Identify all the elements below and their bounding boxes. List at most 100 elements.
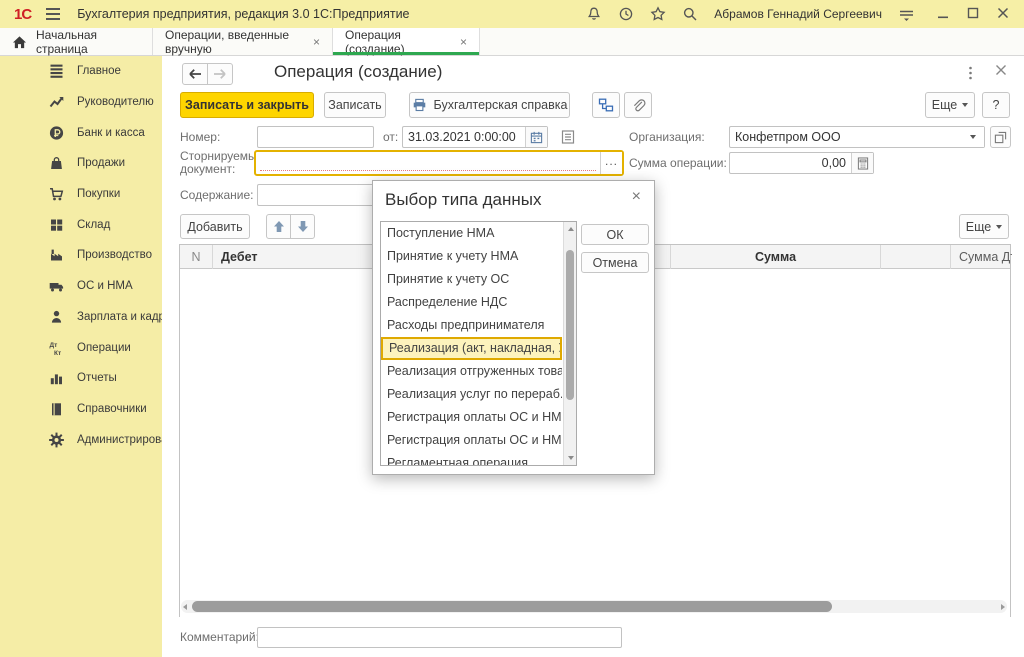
sidebar-item-salary-hr[interactable]: Зарплата и кадры [0,302,162,333]
forward-button[interactable] [207,63,233,85]
sidebar-item-bank-cash[interactable]: Банк и касса [0,117,162,148]
ok-button[interactable]: ОК [581,224,649,245]
sidebar-item-sales[interactable]: Продажи [0,148,162,179]
sidebar-item-administration[interactable]: Администрирование [0,424,162,455]
sidebar-item-production[interactable]: Производство [0,240,162,271]
trend-icon [48,94,65,110]
date-field[interactable]: 31.03.2021 0:00:00 [402,126,548,148]
list-item[interactable]: Регистрация оплаты ОС и НМ... [381,406,562,429]
sidebar-item-purchases[interactable]: Покупки [0,179,162,210]
list-item[interactable]: Распределение НДС [381,291,562,314]
scrollbar-thumb[interactable] [566,250,574,400]
list-item[interactable]: Регистрация оплаты ОС и НМ... [381,429,562,452]
document-journal-button[interactable] [560,129,576,145]
table-more-button[interactable]: Еще [959,214,1009,239]
sidebar-item-manager[interactable]: Руководителю [0,87,162,118]
comment-label: Комментарий: [180,627,259,648]
sidebar: Главное Руководителю Банк и касса Продаж… [0,56,162,657]
organization-field[interactable]: Конфетпром ООО [729,126,985,148]
postings-button[interactable] [592,92,620,118]
scroll-right-arrow[interactable] [1001,604,1005,610]
add-row-button[interactable]: Добавить [180,214,250,239]
arrow-right-icon [213,68,227,80]
tab-home[interactable]: Начальная страница [0,28,153,55]
form-close-button[interactable] [995,64,1007,76]
list-item[interactable]: Принятие к учету НМА [381,245,562,268]
storno-select-button[interactable]: ... [600,152,622,174]
user-name[interactable]: Абрамов Геннадий Сергеевич [714,7,882,21]
organization-label: Организация: [629,126,705,148]
list-item[interactable]: Реализация услуг по перераб... [381,383,562,406]
tab-close-icon[interactable]: × [313,35,320,49]
bag-icon [48,155,65,171]
required-marker [260,170,596,171]
attachment-button[interactable] [624,92,652,118]
horizontal-scrollbar[interactable] [181,600,1007,613]
header-sum[interactable]: Сумма [671,245,881,269]
header-n[interactable]: N [180,245,213,269]
calculator-icon [857,157,869,170]
close-icon [995,64,1007,76]
comment-input[interactable] [257,627,622,648]
window-controls [936,6,1012,22]
accounting-reference-button[interactable]: Бухгалтерская справка [409,92,570,118]
save-close-button[interactable]: Записать и закрыть [180,92,314,118]
move-down-button[interactable] [290,214,315,239]
person-icon [48,309,65,325]
menu-lines-icon [48,63,65,79]
list-item[interactable]: Расходы предпринимателя [381,314,562,337]
list-item-selected[interactable]: Реализация (акт, накладная, У... [381,337,562,360]
storno-label-line2: документ: [180,162,235,176]
search-icon[interactable] [682,6,698,22]
list-item[interactable]: Поступление НМА [381,222,562,245]
tab-operations-manual[interactable]: Операции, введенные вручную × [153,28,333,55]
calculator-button[interactable] [851,153,873,173]
printer-icon [412,98,427,112]
titlebar-actions: Абрамов Геннадий Сергеевич [586,0,1024,28]
save-button[interactable]: Записать [324,92,386,118]
scroll-down-arrow[interactable] [568,456,574,460]
sidebar-item-operations[interactable]: ДтКт Операции [0,332,162,363]
date-picker-button[interactable] [525,127,547,147]
favorites-star-icon[interactable] [650,6,666,22]
chevron-down-icon [996,225,1002,229]
sum-field[interactable]: 0,00 [729,152,874,174]
sidebar-item-warehouse[interactable]: Склад [0,209,162,240]
service-menu-icon[interactable] [898,6,914,22]
list-scrollbar[interactable] [563,222,576,465]
tab-operation-create[interactable]: Операция (создание) × [333,28,480,55]
list-item[interactable]: Принятие к учету ОС [381,268,562,291]
tab-label: Операции, введенные вручную [165,28,305,56]
sidebar-item-directories[interactable]: Справочники [0,394,162,425]
dialog-title: Выбор типа данных [385,190,541,210]
list-item[interactable]: Реализация отгруженных това... [381,360,562,383]
scrollbar-thumb[interactable] [192,601,832,612]
notifications-bell-icon[interactable] [586,6,602,22]
organization-dropdown-button[interactable] [962,127,984,147]
number-input[interactable] [257,126,374,148]
tab-bar: Начальная страница Операции, введенные в… [0,28,1024,56]
header-sum-dt[interactable]: Сумма Дт [951,245,1012,269]
cancel-button[interactable]: Отмена [581,252,649,273]
paperclip-icon [631,98,646,113]
move-up-button[interactable] [266,214,291,239]
more-button[interactable]: Еще [925,92,975,118]
form-menu-dots-icon[interactable] [968,65,973,81]
maximize-button[interactable] [966,6,982,22]
scroll-up-arrow[interactable] [568,227,574,231]
scroll-left-arrow[interactable] [183,604,187,610]
storno-document-field[interactable]: ... [254,150,624,176]
hamburger-icon[interactable] [45,7,61,21]
list-item[interactable]: Регламентная операция [381,452,562,466]
sidebar-item-reports[interactable]: Отчеты [0,363,162,394]
dialog-close-button[interactable]: × [632,188,641,206]
history-icon[interactable] [618,6,634,22]
tab-close-icon[interactable]: × [460,35,467,49]
open-organization-button[interactable] [990,126,1011,148]
sidebar-item-main[interactable]: Главное [0,56,162,87]
close-window-button[interactable] [996,6,1012,22]
back-button[interactable] [182,63,208,85]
help-button[interactable]: ? [982,92,1010,118]
minimize-button[interactable] [936,6,952,22]
sidebar-item-fixed-assets[interactable]: ОС и НМА [0,271,162,302]
